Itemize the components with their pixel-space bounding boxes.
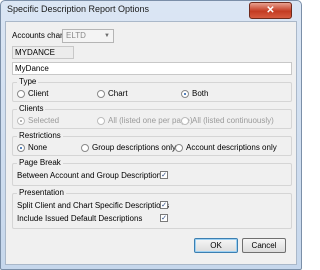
restrictions-group-only-radio[interactable]: Group descriptions only bbox=[81, 143, 176, 152]
restrictions-none-radio[interactable]: None bbox=[17, 143, 47, 152]
type-chart-radio[interactable]: Chart bbox=[97, 89, 128, 98]
restrictions-group: Restrictions None Group descriptions onl… bbox=[12, 131, 292, 156]
restrictions-account-only-label: Account descriptions only bbox=[186, 143, 277, 152]
accounts-chart-label: Accounts chart: bbox=[12, 31, 68, 40]
clients-all-per-page-label: All (listed one per page) bbox=[108, 116, 193, 125]
radio-icon bbox=[97, 89, 105, 98]
restrictions-group-title: Restrictions bbox=[17, 131, 63, 140]
page-break-between-checkbox[interactable]: ✓ bbox=[160, 171, 168, 179]
radio-icon bbox=[97, 116, 105, 125]
presentation-split-label: Split Client and Chart Specific Descript… bbox=[17, 201, 170, 210]
restrictions-group-only-label: Group descriptions only bbox=[92, 143, 177, 152]
type-chart-label: Chart bbox=[108, 89, 128, 98]
cancel-button[interactable]: Cancel bbox=[242, 238, 286, 253]
dialog-window: Specific Description Report Options ✕ Ac… bbox=[0, 0, 302, 270]
radio-icon bbox=[81, 143, 89, 152]
radio-icon bbox=[17, 89, 25, 98]
presentation-issued-label: Include Issued Default Descriptions bbox=[17, 214, 143, 223]
clients-selected-radio[interactable]: Selected bbox=[17, 116, 59, 125]
radio-selected-icon bbox=[181, 89, 189, 98]
title-bar: Specific Description Report Options ✕ bbox=[1, 1, 301, 19]
ok-button[interactable]: OK bbox=[194, 238, 238, 253]
accounts-chart-select[interactable]: ELTD ▼ bbox=[62, 29, 114, 43]
type-both-radio[interactable]: Both bbox=[181, 89, 208, 98]
presentation-group-title: Presentation bbox=[17, 188, 66, 197]
dialog-body: Accounts chart: ELTD ▼ MYDANCE MyDance T… bbox=[5, 21, 297, 265]
accounts-chart-value: ELTD bbox=[66, 31, 86, 40]
chart-name-value: MYDANCE bbox=[15, 48, 56, 57]
radio-icon bbox=[175, 143, 183, 152]
restrictions-none-label: None bbox=[28, 143, 48, 152]
clients-all-continuous-radio[interactable]: All (listed continuously) bbox=[181, 116, 274, 125]
radio-selected-icon bbox=[17, 116, 25, 125]
close-icon: ✕ bbox=[266, 5, 275, 16]
clients-all-continuous-label: All (listed continuously) bbox=[192, 116, 274, 125]
close-button[interactable]: ✕ bbox=[249, 2, 292, 19]
radio-icon bbox=[181, 116, 189, 125]
radio-selected-icon bbox=[17, 143, 25, 152]
clients-group-title: Clients bbox=[17, 104, 46, 113]
page-break-between-label: Between Account and Group Descriptions bbox=[17, 171, 166, 180]
type-group: Type Client Chart Both bbox=[12, 77, 292, 102]
chart-description-field[interactable]: MyDance bbox=[12, 62, 292, 75]
clients-selected-label: Selected bbox=[28, 116, 60, 125]
type-client-radio[interactable]: Client bbox=[17, 89, 48, 98]
presentation-split-checkbox[interactable]: ✓ bbox=[160, 201, 168, 209]
presentation-group: Presentation Split Client and Chart Spec… bbox=[12, 188, 292, 229]
type-both-label: Both bbox=[192, 89, 209, 98]
window-title: Specific Description Report Options bbox=[7, 4, 150, 14]
restrictions-account-only-radio[interactable]: Account descriptions only bbox=[175, 143, 277, 152]
ok-button-label: OK bbox=[210, 241, 222, 250]
page-break-group: Page Break Between Account and Group Des… bbox=[12, 158, 292, 186]
chevron-down-icon: ▼ bbox=[104, 33, 110, 39]
page-break-group-title: Page Break bbox=[17, 158, 63, 167]
chart-name-field: MYDANCE bbox=[12, 46, 74, 59]
clients-all-per-page-radio[interactable]: All (listed one per page) bbox=[97, 116, 193, 125]
type-client-label: Client bbox=[28, 89, 49, 98]
type-group-title: Type bbox=[17, 77, 39, 86]
chart-description-value: MyDance bbox=[15, 64, 49, 73]
presentation-issued-checkbox[interactable]: ✓ bbox=[160, 214, 168, 222]
cancel-button-label: Cancel bbox=[251, 241, 277, 250]
clients-group: Clients Selected All (listed one per pag… bbox=[12, 104, 292, 129]
